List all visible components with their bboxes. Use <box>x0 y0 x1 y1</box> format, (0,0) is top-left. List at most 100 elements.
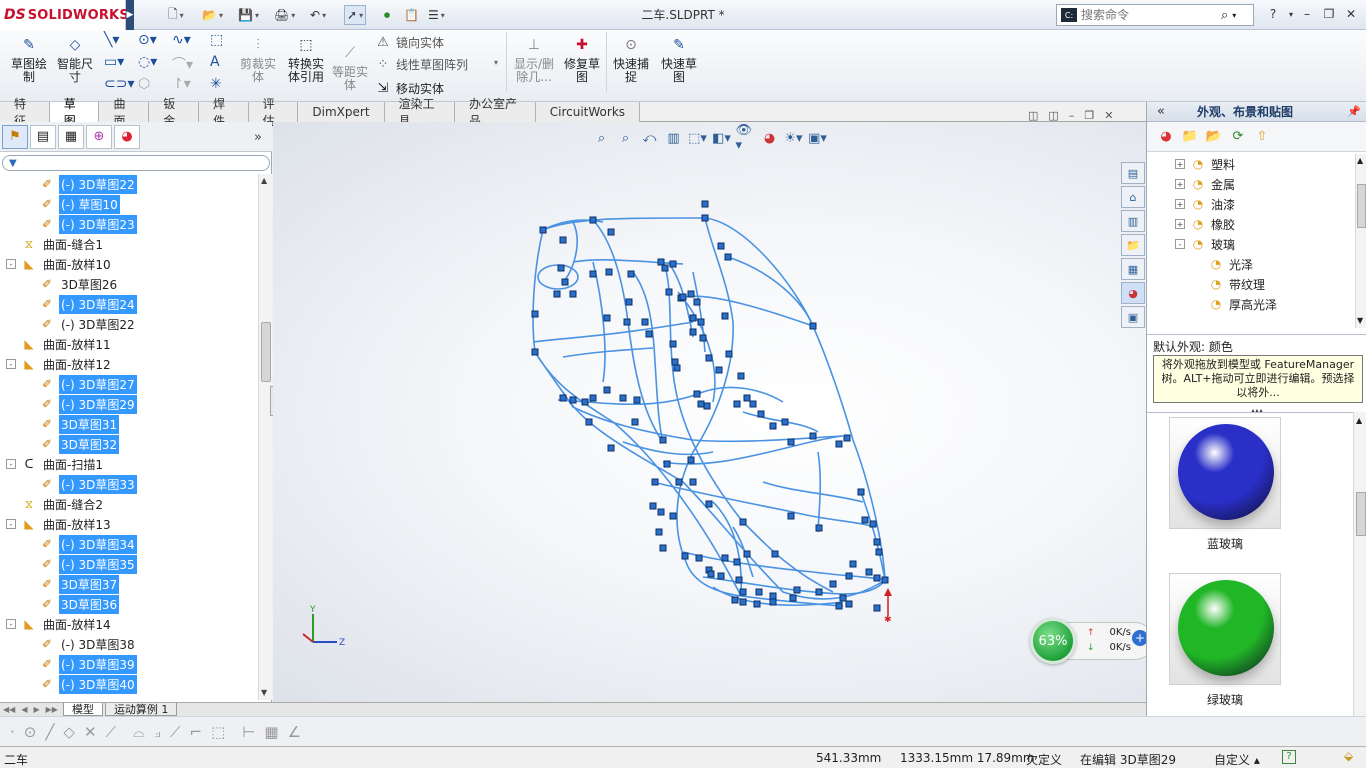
polygon-icon[interactable]: ◇ <box>63 723 75 741</box>
sketch-point[interactable] <box>869 520 877 528</box>
arc-icon[interactable]: ◌▾ <box>138 54 157 70</box>
tree-item[interactable]: ✐ (-) 草图10 <box>0 194 258 214</box>
sketch-point[interactable] <box>755 588 763 596</box>
line-icon[interactable]: ╲▾ <box>104 32 119 48</box>
search-commands-box[interactable]: C: ⌕ ▾ <box>1056 4 1254 26</box>
sketch-point[interactable] <box>787 438 795 446</box>
sketch-point[interactable] <box>655 528 663 536</box>
expand-toggle-icon[interactable]: - <box>6 359 16 369</box>
appearance-folder[interactable]: ◔ 光泽 <box>1147 254 1355 274</box>
pin-icon[interactable]: 📌 <box>1347 105 1361 118</box>
add-folder-icon[interactable]: 📁 <box>1181 128 1199 146</box>
sketch-point[interactable] <box>721 312 729 320</box>
sketch-point[interactable] <box>769 422 777 430</box>
expand-panel-icon[interactable]: » <box>254 130 262 145</box>
sketch-point[interactable] <box>861 516 869 524</box>
sketch-point[interactable] <box>663 460 671 468</box>
tab-6[interactable]: DimXpert <box>298 102 385 122</box>
expand-toggle-icon[interactable]: - <box>6 519 16 529</box>
appearance-folder[interactable]: ◔ 厚高光泽 <box>1147 294 1355 314</box>
sketch-point[interactable] <box>603 386 611 394</box>
scroll-up-icon[interactable]: ▲ <box>1356 416 1362 425</box>
tree-item[interactable]: ✐ 3D草图26 <box>0 274 258 294</box>
sketch-point[interactable] <box>531 348 539 356</box>
trim-icon[interactable]: ✕ <box>84 723 97 741</box>
sketch-point[interactable] <box>721 554 729 562</box>
configuration-tab-icon[interactable]: ▦ <box>58 124 84 149</box>
tree-item[interactable]: - ◣ 曲面-放样12 <box>0 354 258 374</box>
tab-1[interactable]: 草图 <box>49 97 100 128</box>
expand-toggle-icon[interactable]: + <box>1175 159 1185 169</box>
swatch-scrollbar[interactable]: ▲ <box>1353 412 1366 716</box>
expand-toggle-icon[interactable]: + <box>1175 199 1185 209</box>
sketch-point[interactable] <box>793 586 801 594</box>
sketch-point[interactable] <box>697 318 705 326</box>
repair-sketch-button[interactable]: ✚ 修复草 图 <box>560 34 604 84</box>
display-manager-tab-icon[interactable]: ◕ <box>114 124 140 149</box>
sketch-point[interactable] <box>539 226 547 234</box>
open-folder-icon[interactable]: 📂 <box>1205 128 1223 146</box>
corner-icon[interactable]: ⌐ <box>190 723 203 741</box>
tree-item[interactable]: ✐ 3D草图36 <box>0 594 258 614</box>
sketch-point[interactable] <box>753 600 761 608</box>
search-input[interactable] <box>1081 8 1221 22</box>
offset-icon[interactable]: ⟓ <box>154 723 161 741</box>
sketch-point[interactable] <box>607 228 615 236</box>
expand-toggle-icon[interactable]: + <box>1175 219 1185 229</box>
expand-toggle-icon[interactable]: + <box>1175 179 1185 189</box>
scroll-up-icon[interactable]: ▲ <box>261 176 267 185</box>
sketch-point[interactable] <box>531 310 539 318</box>
sketch-point[interactable] <box>605 268 613 276</box>
tab-2[interactable]: 曲面 <box>99 97 150 128</box>
smart-dimension-button[interactable]: ◇ 智能尺 寸 <box>54 34 96 84</box>
linear-pattern-button[interactable]: ⁘ 线性草图阵列 <box>374 54 468 74</box>
sketch-point[interactable] <box>707 570 715 578</box>
sketch-point[interactable] <box>845 572 853 580</box>
centerline-icon[interactable]: ⟋ <box>170 723 181 741</box>
construction-icon[interactable]: ↾▾ <box>172 76 191 92</box>
appearances-icon[interactable]: ◕ <box>1157 128 1175 146</box>
rectangle-icon[interactable]: ⬚ <box>211 723 225 741</box>
tree-item[interactable]: ✐ (-) 3D草图24 <box>0 294 258 314</box>
prev-tab-icon[interactable]: ◀ <box>21 705 27 714</box>
sketch-point[interactable] <box>787 512 795 520</box>
rebuild-status-icon[interactable]: ⬙ <box>1344 749 1353 763</box>
sketch-point[interactable] <box>733 400 741 408</box>
sketch-point[interactable] <box>569 396 577 404</box>
tree-item[interactable]: - ◣ 曲面-放样13 <box>0 514 258 534</box>
convert-icon[interactable]: ⌓ <box>133 723 145 741</box>
sketch-point[interactable] <box>715 366 723 374</box>
grid-icon[interactable]: ▦ <box>264 723 278 741</box>
sketch-point[interactable] <box>743 394 751 402</box>
fillet-icon[interactable]: ⌒▾ <box>172 54 193 74</box>
collapse-pane-icon[interactable]: « <box>1157 104 1165 119</box>
scroll-thumb[interactable] <box>261 322 271 382</box>
sketch-point[interactable] <box>671 358 679 366</box>
sketch-point[interactable] <box>701 214 709 222</box>
custom-properties-tab-icon[interactable]: ▣ <box>1121 306 1145 328</box>
sketch-point[interactable] <box>781 418 789 426</box>
sketch-point[interactable] <box>589 216 597 224</box>
tree-item[interactable]: - ◣ 曲面-放样10 <box>0 254 258 274</box>
car-wireframe-sketch[interactable]: Y Z ✱ <box>273 122 1146 702</box>
rectangle-icon[interactable]: ▭▾ <box>104 54 124 70</box>
sketch-point[interactable] <box>669 260 677 268</box>
sketch-point[interactable] <box>725 350 733 358</box>
sketch-point[interactable] <box>659 436 667 444</box>
sketch-point[interactable] <box>679 293 687 301</box>
tree-item[interactable]: ✐ 3D草图37 <box>0 574 258 594</box>
tree-item[interactable]: ✐ (-) 3D草图27 <box>0 374 258 394</box>
sketch-point[interactable] <box>585 418 593 426</box>
sketch-point[interactable] <box>695 554 703 562</box>
sketch-point[interactable] <box>681 552 689 560</box>
dimxpert-tab-icon[interactable]: ⊕ <box>86 124 112 149</box>
sketch-point[interactable] <box>693 390 701 398</box>
sketch-point[interactable] <box>875 548 883 556</box>
home-tab-icon[interactable]: ⌂ <box>1121 186 1145 208</box>
appearance-folder[interactable]: ◔ 带纹理 <box>1147 274 1355 294</box>
sketch-point[interactable] <box>657 258 665 266</box>
save-icon[interactable]: 💾 ▾ <box>238 5 259 25</box>
angle-icon[interactable]: ∠ <box>288 723 301 741</box>
first-tab-icon[interactable]: ◀◀ <box>3 705 15 714</box>
sketch-point[interactable] <box>789 594 797 602</box>
